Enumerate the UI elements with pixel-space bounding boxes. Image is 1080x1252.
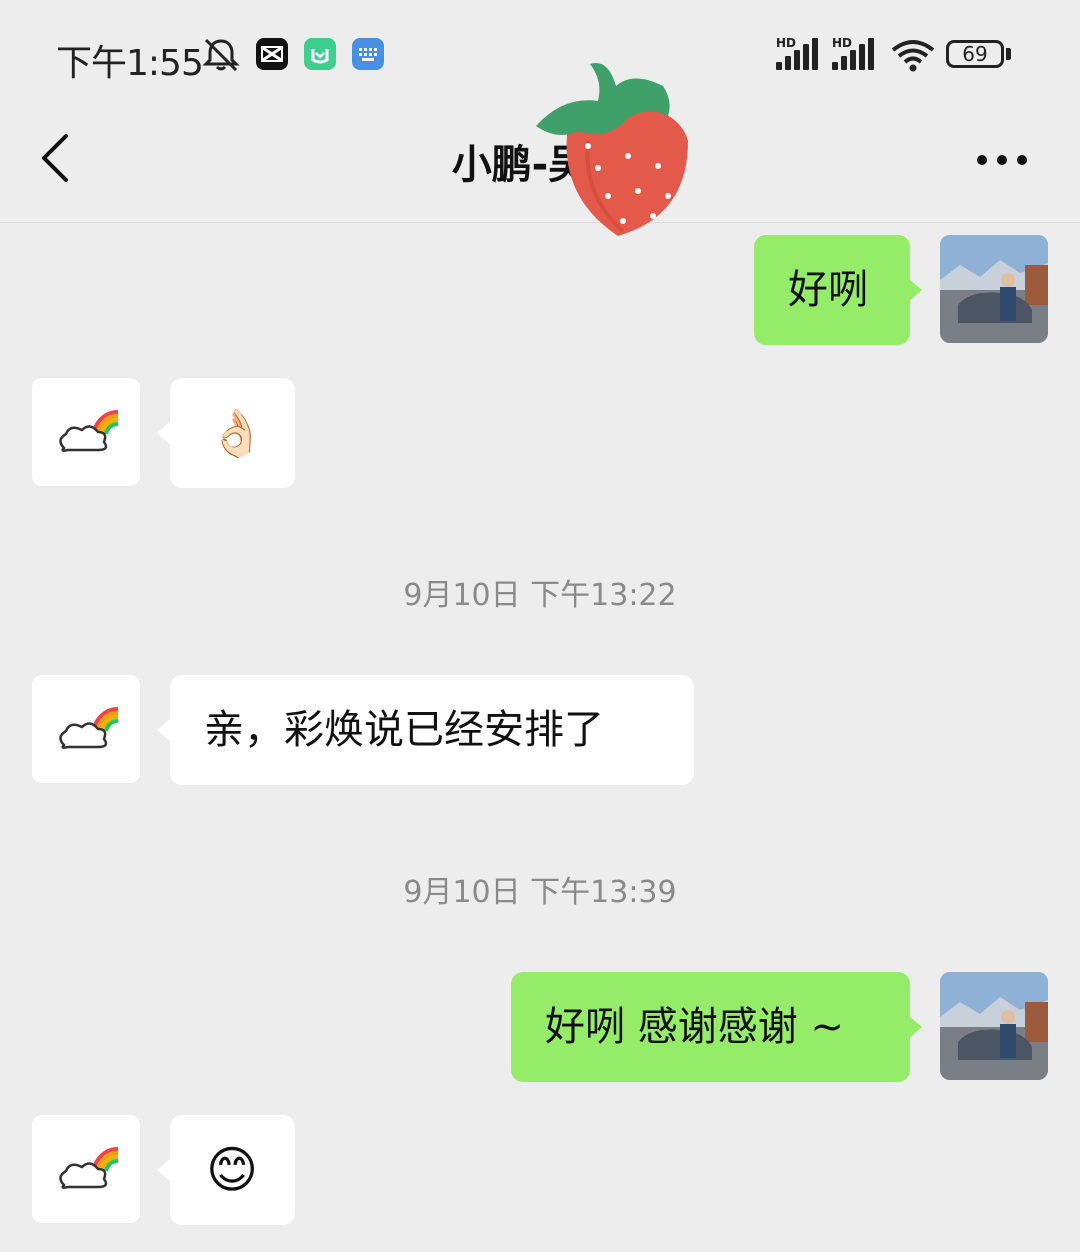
- bubble-tail: [157, 1158, 171, 1182]
- signal-icon-1: HD: [776, 36, 822, 70]
- message-bubble-me[interactable]: 好咧 感谢感谢 ~: [511, 972, 910, 1082]
- message-bubble-friend[interactable]: 👌🏻: [170, 378, 295, 488]
- battery-level: 69: [962, 42, 988, 66]
- friend-avatar[interactable]: [32, 1115, 140, 1223]
- bubble-tail: [908, 278, 922, 302]
- message-bubble-friend[interactable]: 😊: [170, 1115, 295, 1225]
- friend-avatar[interactable]: [32, 378, 140, 486]
- smiling-face-emoji: 😊: [206, 1141, 259, 1199]
- friend-avatar[interactable]: [32, 675, 140, 783]
- mute-bell-icon: [202, 38, 240, 72]
- message-text: 好咧 感谢感谢 ~: [545, 1004, 844, 1050]
- message-bubble-friend[interactable]: 亲，彩焕说已经安排了: [170, 675, 694, 785]
- message-text: 亲，彩焕说已经安排了: [204, 707, 604, 753]
- status-time: 下午1:55: [56, 43, 204, 84]
- bubble-tail: [157, 718, 171, 742]
- my-avatar[interactable]: [940, 235, 1048, 343]
- wifi-icon: [891, 40, 935, 72]
- timestamp: 9月10日 下午13:39: [403, 875, 677, 910]
- bubble-tail: [157, 421, 171, 445]
- strawberry-sticker-icon: [536, 62, 688, 236]
- keyboard-icon: [352, 38, 384, 70]
- timestamp: 9月10日 下午13:22: [403, 578, 677, 613]
- message-bubble-me[interactable]: 好咧: [754, 235, 910, 345]
- my-avatar[interactable]: [940, 972, 1048, 1080]
- battery-tip: [1006, 48, 1011, 60]
- mi-home-icon: [304, 38, 336, 70]
- ok-hand-emoji: 👌🏻: [208, 406, 266, 460]
- message-text: 好咧: [788, 267, 868, 313]
- signal-icon-2: HD: [832, 36, 878, 70]
- more-dots-icon[interactable]: [972, 138, 1032, 182]
- bubble-tail: [908, 1015, 922, 1039]
- capcut-icon: [256, 38, 288, 70]
